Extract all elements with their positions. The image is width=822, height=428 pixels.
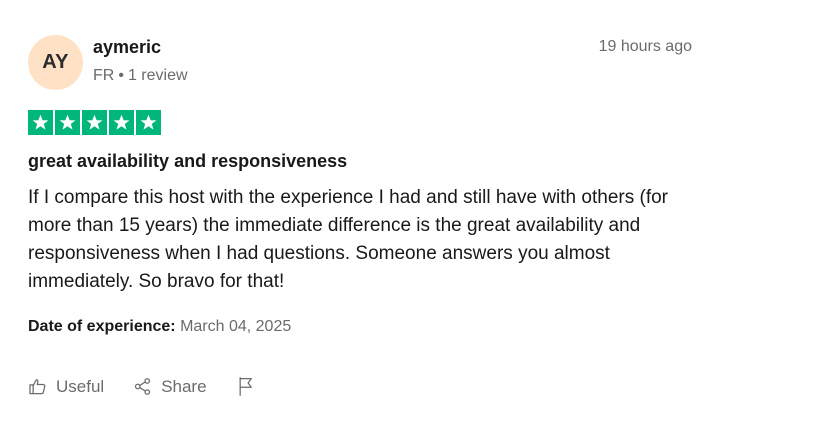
share-button[interactable]: Share [133, 376, 207, 397]
star-icon [28, 110, 53, 135]
date-of-experience-label: Date of experience: [28, 318, 176, 335]
share-label: Share [161, 376, 207, 396]
star-icon [82, 110, 107, 135]
review-card: AY aymeric FR • 1 review 19 hours ago grea… [28, 34, 692, 335]
useful-button[interactable]: Useful [28, 377, 104, 397]
useful-label: Useful [56, 376, 105, 396]
review-actions: Useful Share [28, 376, 256, 397]
date-of-experience: Date of experience: March 04, 2025 [28, 318, 291, 336]
reviewer-meta: FR • 1 review [93, 67, 188, 85]
review-title[interactable]: great availability and responsiveness [28, 151, 347, 172]
review-header: AY aymeric FR • 1 review 19 hours ago [28, 34, 692, 92]
meta-separator: • [118, 67, 124, 84]
star-icon [136, 110, 161, 135]
date-of-experience-value: March 04, 2025 [180, 318, 292, 335]
avatar[interactable]: AY [28, 35, 83, 90]
review-timestamp: 19 hours ago [598, 38, 692, 55]
star-rating [28, 110, 161, 135]
share-icon [133, 377, 152, 396]
star-icon [109, 110, 134, 135]
reviewer-country: FR [93, 67, 115, 84]
thumbs-up-icon [28, 377, 47, 396]
review-body: If I compare this host with the experien… [28, 187, 668, 292]
star-icon [55, 110, 80, 135]
flag-icon [237, 376, 256, 397]
reviewer-review-count: 1 review [127, 67, 188, 84]
reviewer-name[interactable]: aymeric [93, 37, 161, 58]
report-button[interactable] [237, 376, 256, 397]
